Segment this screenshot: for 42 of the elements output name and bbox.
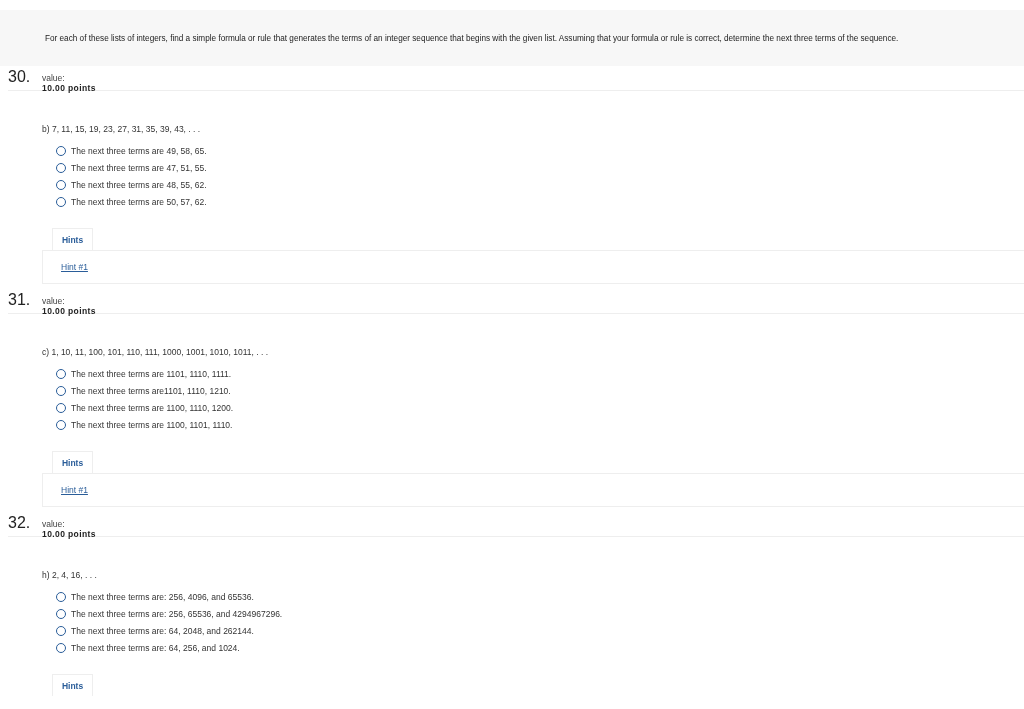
answer-option[interactable]: The next three terms are 1100, 1110, 1200.: [56, 399, 1024, 416]
hints-tab[interactable]: Hints: [52, 228, 93, 250]
option-text: The next three terms are: 256, 4096, and 65536.: [71, 591, 254, 602]
answer-option[interactable]: The next three terms are: 64, 2048, and 262144.: [56, 622, 1024, 639]
answer-option[interactable]: The next three terms are1101, 1110, 1210.: [56, 382, 1024, 399]
question-number: 32.: [8, 514, 32, 532]
answer-option[interactable]: The next three terms are: 256, 4096, and 65536.: [56, 588, 1024, 605]
option-text: The next three terms are 48, 55, 62.: [71, 179, 207, 190]
option-text: The next three terms are 50, 57, 62.: [71, 196, 207, 207]
answer-option[interactable]: The next three terms are 49, 58, 65.: [56, 142, 1024, 159]
option-text: The next three terms are 1100, 1110, 1200.: [71, 402, 234, 413]
hints-tab[interactable]: Hints: [52, 674, 93, 696]
option-text: The next three terms are1101, 1110, 1210.: [71, 385, 231, 396]
points-value: 10.00 points: [42, 306, 96, 317]
question-prompt: h) 2, 4, 16, . . .: [42, 569, 98, 581]
question-number: 31.: [8, 291, 32, 309]
value-label: value:: [42, 73, 66, 83]
option-text: The next three terms are: 64, 2048, and 262144.: [71, 625, 254, 636]
answer-option[interactable]: The next three terms are: 64, 256, and 1024.: [56, 639, 1024, 656]
answer-option[interactable]: The next three terms are 50, 57, 62.: [56, 193, 1024, 210]
question-prompt: c) 1, 10, 11, 100, 101, 110, 111, 1000, 1001, 1010, 1011, . . .: [42, 346, 270, 358]
option-text: The next three terms are 47, 51, 55.: [71, 162, 207, 173]
hints-tab[interactable]: Hints: [52, 451, 93, 473]
option-text: The next three terms are 1101, 1110, 1111.: [71, 368, 232, 379]
option-text: The next three terms are: 64, 256, and 1024.: [71, 642, 240, 653]
value-label: value:: [42, 519, 66, 529]
question-number: 30.: [8, 68, 32, 86]
instructions-text: For each of these lists of integers, find a simple formula or rule that generates the terms of an integer sequence that begins with the given list. Assuming that your formula or rule is correct, determine the next three terms of the sequence.: [45, 33, 899, 43]
answer-option[interactable]: The next three terms are 1101, 1110, 1111.: [56, 365, 1024, 382]
answer-option[interactable]: The next three terms are 47, 51, 55.: [56, 159, 1024, 176]
points-value: 10.00 points: [42, 529, 96, 540]
answer-option[interactable]: The next three terms are 1100, 1101, 1110.: [56, 416, 1024, 433]
question-prompt: b) 7, 11, 15, 19, 23, 27, 31, 35, 39, 43, . . .: [42, 123, 202, 135]
option-text: The next three terms are: 256, 65536, and 4294967296.: [71, 608, 283, 619]
answer-option[interactable]: The next three terms are: 256, 65536, and 4294967296.: [56, 605, 1024, 622]
value-label: value:: [42, 296, 66, 306]
hint-link[interactable]: Hint #1: [61, 262, 88, 272]
points-value: 10.00 points: [42, 83, 96, 94]
answer-option[interactable]: The next three terms are 48, 55, 62.: [56, 176, 1024, 193]
option-text: The next three terms are 49, 58, 65.: [71, 145, 207, 156]
hint-link[interactable]: Hint #1: [61, 485, 88, 495]
option-text: The next three terms are 1100, 1101, 1110.: [71, 419, 233, 430]
